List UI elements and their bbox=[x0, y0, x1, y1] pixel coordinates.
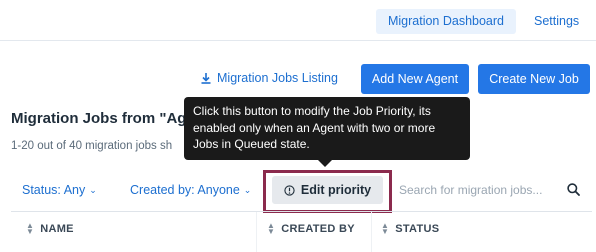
column-created-by-label: CREATED BY bbox=[281, 223, 355, 235]
column-divider bbox=[256, 212, 257, 252]
column-status-label: STATUS bbox=[395, 223, 440, 235]
status-filter-dropdown[interactable]: Status: Any ⌄ bbox=[22, 183, 97, 197]
sort-icon: ▲ ▼ bbox=[381, 221, 390, 236]
listing-link-label: Migration Jobs Listing bbox=[217, 71, 338, 85]
edit-priority-tooltip: Click this button to modify the Job Prio… bbox=[184, 97, 470, 160]
create-new-job-button[interactable]: Create New Job bbox=[478, 64, 590, 94]
search-icon[interactable] bbox=[567, 183, 580, 196]
download-icon bbox=[201, 72, 211, 84]
results-count: 1-20 out of 40 migration jobs sh bbox=[11, 140, 173, 152]
sort-icon: ▲ ▼ bbox=[267, 221, 276, 236]
tab-settings[interactable]: Settings bbox=[523, 9, 590, 34]
search-input[interactable] bbox=[394, 183, 559, 197]
column-header-status[interactable]: ▲ ▼ STATUS bbox=[381, 221, 440, 236]
created-by-filter-dropdown[interactable]: Created by: Anyone ⌄ bbox=[130, 183, 251, 197]
table-header: ▲ ▼ NAME ▲ ▼ CREATED BY ▲ ▼ STATUS bbox=[11, 211, 592, 252]
tooltip-arrow bbox=[318, 160, 332, 167]
add-new-agent-button[interactable]: Add New Agent bbox=[361, 64, 469, 94]
chevron-down-icon: ⌄ bbox=[243, 184, 252, 195]
edit-priority-label: Edit priority bbox=[300, 183, 372, 197]
info-circle-icon bbox=[284, 184, 295, 196]
page-title: Migration Jobs from "Ag bbox=[11, 110, 187, 127]
sort-icon: ▲ ▼ bbox=[26, 221, 35, 236]
created-by-filter-label: Created by: Anyone bbox=[130, 183, 240, 197]
column-name-label: NAME bbox=[40, 223, 74, 235]
chevron-down-icon: ⌄ bbox=[89, 184, 97, 195]
top-navigation: Migration Dashboard Settings bbox=[0, 0, 596, 41]
column-divider bbox=[371, 212, 372, 252]
column-header-created-by[interactable]: ▲ ▼ CREATED BY bbox=[267, 221, 355, 236]
tab-migration-dashboard[interactable]: Migration Dashboard bbox=[376, 9, 516, 34]
status-filter-label: Status: Any bbox=[22, 183, 86, 197]
migration-jobs-listing-link[interactable]: Migration Jobs Listing bbox=[201, 71, 338, 85]
column-header-name[interactable]: ▲ ▼ NAME bbox=[26, 221, 74, 236]
edit-priority-button[interactable]: Edit priority bbox=[272, 176, 383, 204]
search-box bbox=[394, 176, 592, 204]
